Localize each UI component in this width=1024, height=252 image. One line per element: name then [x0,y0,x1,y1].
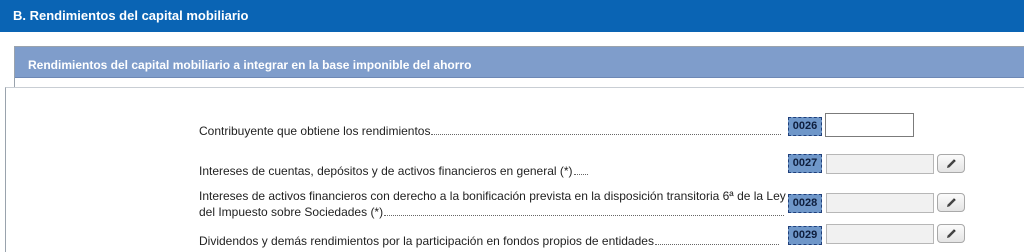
edit-0029-button[interactable] [937,224,965,243]
subsection-header: Rendimientos del capital mobiliario a in… [15,47,1024,78]
row-0026-label: Contribuyente que obtiene los rendimient… [199,123,782,139]
box-code-0027: 0027 [788,154,822,173]
box-code-0029: 0029 [788,226,822,245]
pencil-icon [947,228,956,238]
leader-dots [384,214,785,216]
contribuyente-input[interactable] [825,113,914,137]
row-label-line1: Intereses de activos financieros con der… [199,189,786,203]
row-label-text: Dividendos y demás rendimientos por la p… [199,234,654,248]
leader-dots [431,133,782,135]
row-0027-label: Intereses de cuentas, depósitos y de act… [199,163,588,179]
dividendos-input[interactable] [826,224,934,244]
box-code-0028: 0028 [788,194,822,213]
leader-dots [654,243,779,245]
pencil-icon [947,197,956,207]
section-title: B. Rendimientos del capital mobiliario [13,8,249,23]
pencil-icon [947,158,956,168]
subsection-title: Rendimientos del capital mobiliario a in… [28,58,472,72]
row-label-line2: del Impuesto sobre Sociedades (*) [199,204,786,220]
edit-0028-button[interactable] [937,193,965,212]
intereses-cuentas-input[interactable] [826,154,934,174]
intereses-bonificacion-input[interactable] [826,193,934,213]
row-label-text: Intereses de cuentas, depósitos y de act… [199,164,573,178]
box-code-0026: 0026 [788,117,822,136]
form-page: B. Rendimientos del capital mobiliario R… [0,0,1024,252]
row-0028-label: Intereses de activos financieros con der… [199,188,786,220]
edit-0027-button[interactable] [937,154,965,173]
row-label-text: Contribuyente que obtiene los rendimient… [199,124,431,138]
row-0029-label: Dividendos y demás rendimientos por la p… [199,233,779,249]
leader-dots [573,173,588,175]
section-header: B. Rendimientos del capital mobiliario [0,0,1024,32]
